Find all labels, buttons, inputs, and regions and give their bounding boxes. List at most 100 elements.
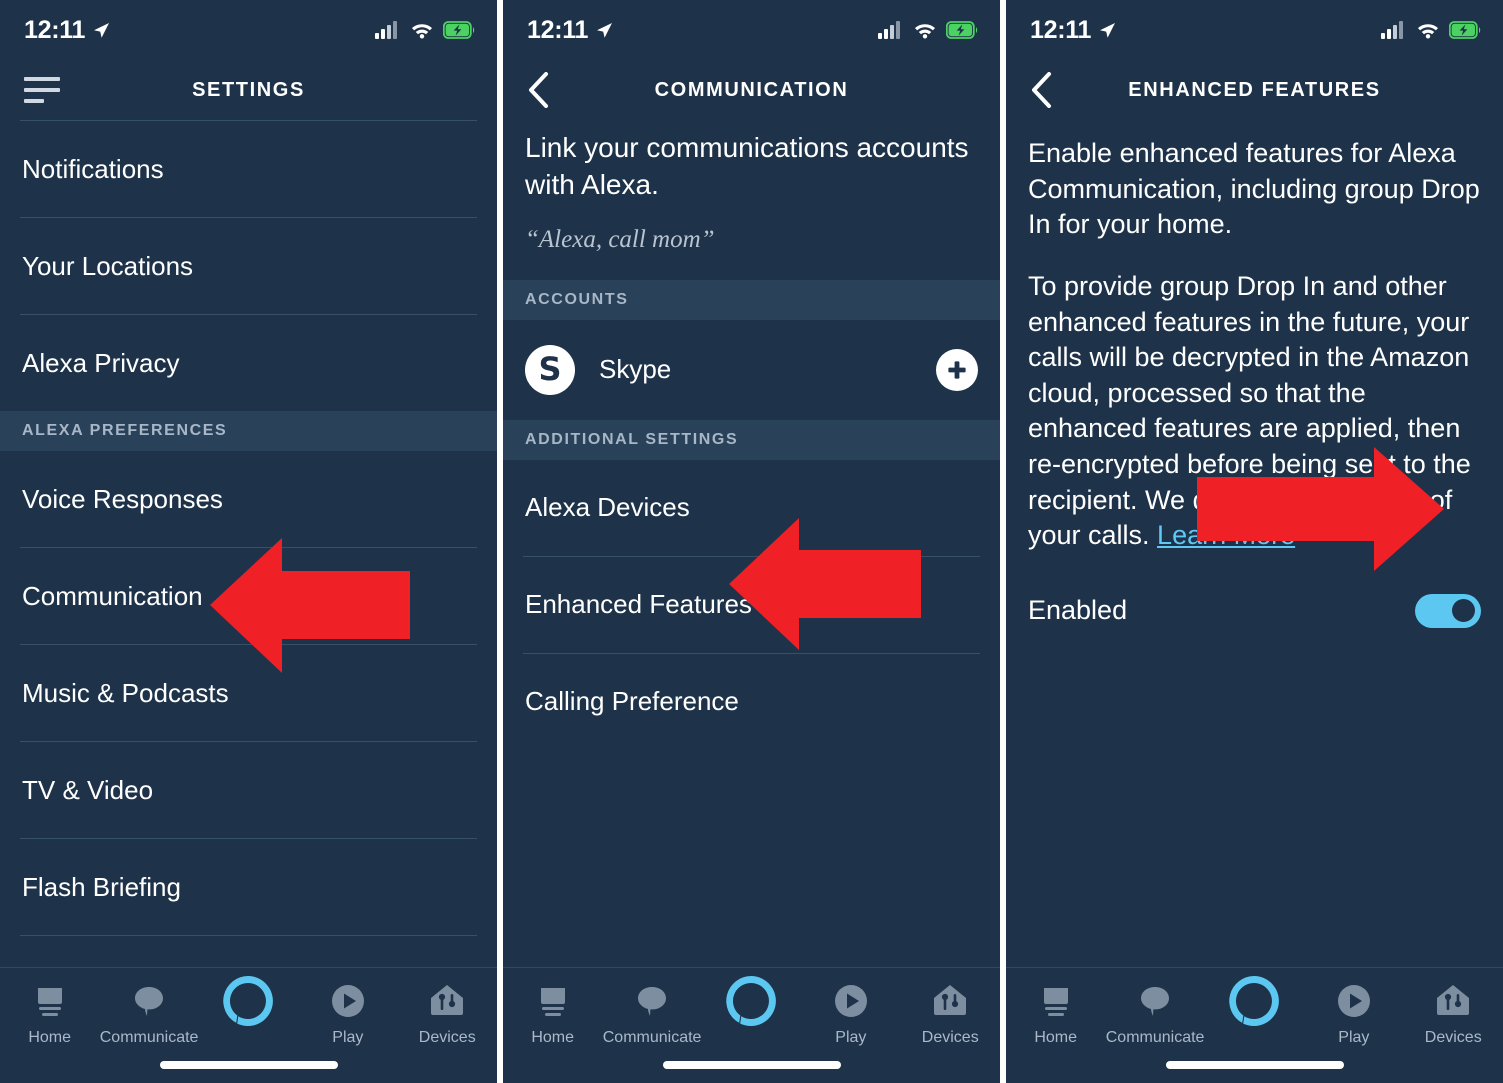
page-title: COMMUNICATION xyxy=(654,78,849,101)
alexa-orb-icon xyxy=(220,976,276,1026)
play-circle-icon xyxy=(329,980,367,1022)
bottom-nav-2: Home Communicate Play Devices xyxy=(503,967,1000,1083)
sidebar-item-alexa-privacy[interactable]: Alexa Privacy xyxy=(0,315,497,411)
sidebar-item-notifications[interactable]: Notifications xyxy=(0,121,497,217)
bottom-nav-items: Home Communicate Play Devices xyxy=(1006,968,1503,1047)
row-label: Calling Preference xyxy=(525,686,739,717)
nav-item-home[interactable]: Home xyxy=(2,980,98,1047)
sidebar-item-flash-briefing[interactable]: Flash Briefing xyxy=(0,839,497,935)
toggle-knob xyxy=(1452,598,1475,622)
nav-label: Play xyxy=(835,1029,867,1046)
wifi-icon xyxy=(1418,24,1438,39)
enabled-toggle[interactable] xyxy=(1415,593,1481,628)
sidebar-item-voice-responses[interactable]: Voice Responses xyxy=(0,451,497,547)
play-circle-icon xyxy=(1335,980,1373,1022)
alexa-orb-icon xyxy=(723,976,779,1026)
nav-item-play[interactable]: Play xyxy=(300,980,396,1047)
battery-charging-icon xyxy=(443,21,475,39)
sidebar-item-music-podcasts[interactable]: Music & Podcasts xyxy=(0,645,497,741)
status-bar-left: 12:11 xyxy=(1030,16,1117,45)
echo-device-icon xyxy=(33,980,67,1022)
screen-enhanced-features: 12:11 ENHANCED FEATURES Enable enhanced … xyxy=(1006,0,1503,1083)
nav-item-alexa[interactable] xyxy=(703,976,799,1029)
nav-item-alexa[interactable] xyxy=(1206,976,1302,1029)
bottom-nav-items: Home Communicate Play Devices xyxy=(503,968,1000,1047)
nav-item-alexa[interactable] xyxy=(200,976,296,1029)
home-devices-icon xyxy=(932,980,968,1022)
toggle-label: Enabled xyxy=(1028,595,1128,626)
section-header-accounts: ACCOUNTS xyxy=(503,279,1000,320)
location-arrow-icon xyxy=(597,23,613,38)
intro-text: Link your communications accounts with A… xyxy=(525,132,969,200)
speech-bubble-icon xyxy=(635,980,669,1022)
nav-item-devices[interactable]: Devices xyxy=(902,980,998,1047)
nav-label: Home xyxy=(28,1029,72,1046)
battery-charging-icon xyxy=(946,21,978,39)
row-label: Enhanced Features xyxy=(525,589,752,620)
row-label: Flash Briefing xyxy=(22,871,181,902)
nav-item-play[interactable]: Play xyxy=(803,980,899,1047)
example-utterance: “Alexa, call mom” xyxy=(525,225,715,253)
echo-device-icon xyxy=(1039,980,1073,1022)
row-label: Communication xyxy=(22,580,203,611)
page-title: ENHANCED FEATURES xyxy=(1128,78,1381,101)
title-bar-settings: SETTINGS xyxy=(0,60,497,120)
location-arrow-icon xyxy=(1100,23,1116,38)
sidebar-item-tv-video[interactable]: TV & Video xyxy=(0,742,497,838)
three-screen-walkthrough: 12:11 SETTINGS Notifications Your Locati… xyxy=(0,0,1503,1083)
nav-item-home[interactable]: Home xyxy=(1008,980,1104,1047)
section-header-additional-settings: ADDITIONAL SETTINGS xyxy=(503,419,1000,460)
row-label: Music & Podcasts xyxy=(22,677,229,708)
home-indicator xyxy=(662,1061,841,1069)
paragraph-2-text: To provide group Drop In and other enhan… xyxy=(1028,270,1471,551)
account-row-skype[interactable]: S Skype xyxy=(503,320,1000,420)
nav-label: Play xyxy=(1338,1029,1370,1046)
status-bar-right xyxy=(878,21,978,39)
nav-item-devices[interactable]: Devices xyxy=(1405,980,1501,1047)
bottom-nav-items: Home Communicate Play Devices xyxy=(0,968,497,1047)
enabled-toggle-row: Enabled xyxy=(1006,580,1503,628)
nav-label: Home xyxy=(1034,1029,1078,1046)
additional-settings-list: Alexa Devices Enhanced Features Calling … xyxy=(503,460,1000,750)
play-circle-icon xyxy=(832,980,870,1022)
status-bar-left: 12:11 xyxy=(24,16,111,45)
bottom-nav-1: Home Communicate Play Devices xyxy=(0,967,497,1083)
learn-more-link[interactable]: Learn More xyxy=(1157,520,1295,550)
cellular-signal-icon xyxy=(375,21,397,39)
battery-charging-icon xyxy=(1449,21,1481,39)
home-indicator xyxy=(159,1061,338,1069)
cellular-signal-icon xyxy=(1381,21,1403,39)
list-item-alexa-devices[interactable]: Alexa Devices xyxy=(503,460,1000,556)
status-bar-right xyxy=(375,21,475,39)
location-arrow-icon xyxy=(94,23,110,38)
row-label: Alexa Devices xyxy=(525,492,690,523)
sidebar-item-communication[interactable]: Communication xyxy=(0,548,497,644)
status-time: 12:11 xyxy=(527,15,589,44)
bottom-nav-3: Home Communicate Play Devices xyxy=(1006,967,1503,1083)
title-bar-communication: COMMUNICATION xyxy=(503,60,1000,120)
nav-label: Home xyxy=(531,1029,575,1046)
row-label: TV & Video xyxy=(22,774,154,805)
status-time: 12:11 xyxy=(1030,15,1092,44)
nav-item-play[interactable]: Play xyxy=(1306,980,1402,1047)
wifi-icon xyxy=(412,24,432,39)
back-chevron-icon[interactable] xyxy=(527,72,561,108)
list-item-enhanced-features[interactable]: Enhanced Features xyxy=(503,557,1000,653)
screen-communication: 12:11 COMMUNICATION Link your communicat… xyxy=(503,0,1000,1083)
nav-item-communicate[interactable]: Communicate xyxy=(100,980,198,1047)
list-item-calling-preference[interactable]: Calling Preference xyxy=(503,654,1000,750)
nav-item-home[interactable]: Home xyxy=(505,980,601,1047)
title-bar-enhanced-features: ENHANCED FEATURES xyxy=(1006,60,1503,120)
sidebar-item-your-locations[interactable]: Your Locations xyxy=(0,218,497,314)
hamburger-menu-icon[interactable] xyxy=(24,77,60,103)
plus-circle-icon[interactable] xyxy=(936,348,978,391)
nav-item-communicate[interactable]: Communicate xyxy=(1106,980,1204,1047)
divider xyxy=(20,935,477,936)
row-label: Notifications xyxy=(22,153,164,184)
row-label: Your Locations xyxy=(22,250,194,281)
nav-item-communicate[interactable]: Communicate xyxy=(603,980,701,1047)
paragraph-1: Enable enhanced features for Alexa Commu… xyxy=(1028,138,1480,240)
back-chevron-icon[interactable] xyxy=(1030,72,1064,108)
wifi-icon xyxy=(915,24,935,39)
nav-item-devices[interactable]: Devices xyxy=(399,980,495,1047)
